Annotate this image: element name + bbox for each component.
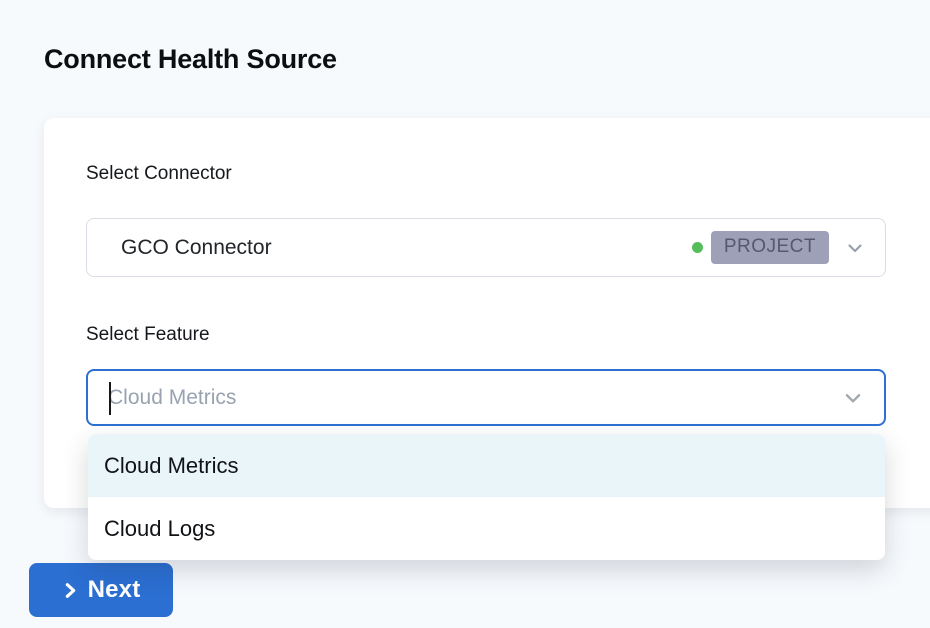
next-button-label: Next (88, 576, 141, 604)
select-connector-label: Select Connector (86, 163, 232, 185)
chevron-right-icon (62, 582, 79, 599)
select-feature-label: Select Feature (86, 324, 210, 346)
scope-badge: PROJECT (711, 231, 829, 264)
text-caret (109, 382, 111, 415)
status-dot-icon (692, 242, 703, 253)
feature-input[interactable] (108, 371, 826, 424)
feature-dropdown-menu: Cloud Metrics Cloud Logs (88, 434, 885, 560)
dropdown-option-cloud-metrics[interactable]: Cloud Metrics (88, 434, 885, 497)
dropdown-option-cloud-logs[interactable]: Cloud Logs (88, 497, 885, 560)
chevron-down-icon (845, 238, 865, 258)
connector-select[interactable]: GCO Connector PROJECT (86, 218, 886, 277)
feature-combobox[interactable] (86, 369, 886, 426)
selected-connector-value: GCO Connector (121, 236, 692, 260)
chevron-down-icon (842, 387, 864, 409)
connect-health-source-page: Connect Health Source Select Connector G… (0, 0, 930, 628)
next-button[interactable]: Next (29, 563, 173, 617)
page-title: Connect Health Source (44, 44, 337, 75)
